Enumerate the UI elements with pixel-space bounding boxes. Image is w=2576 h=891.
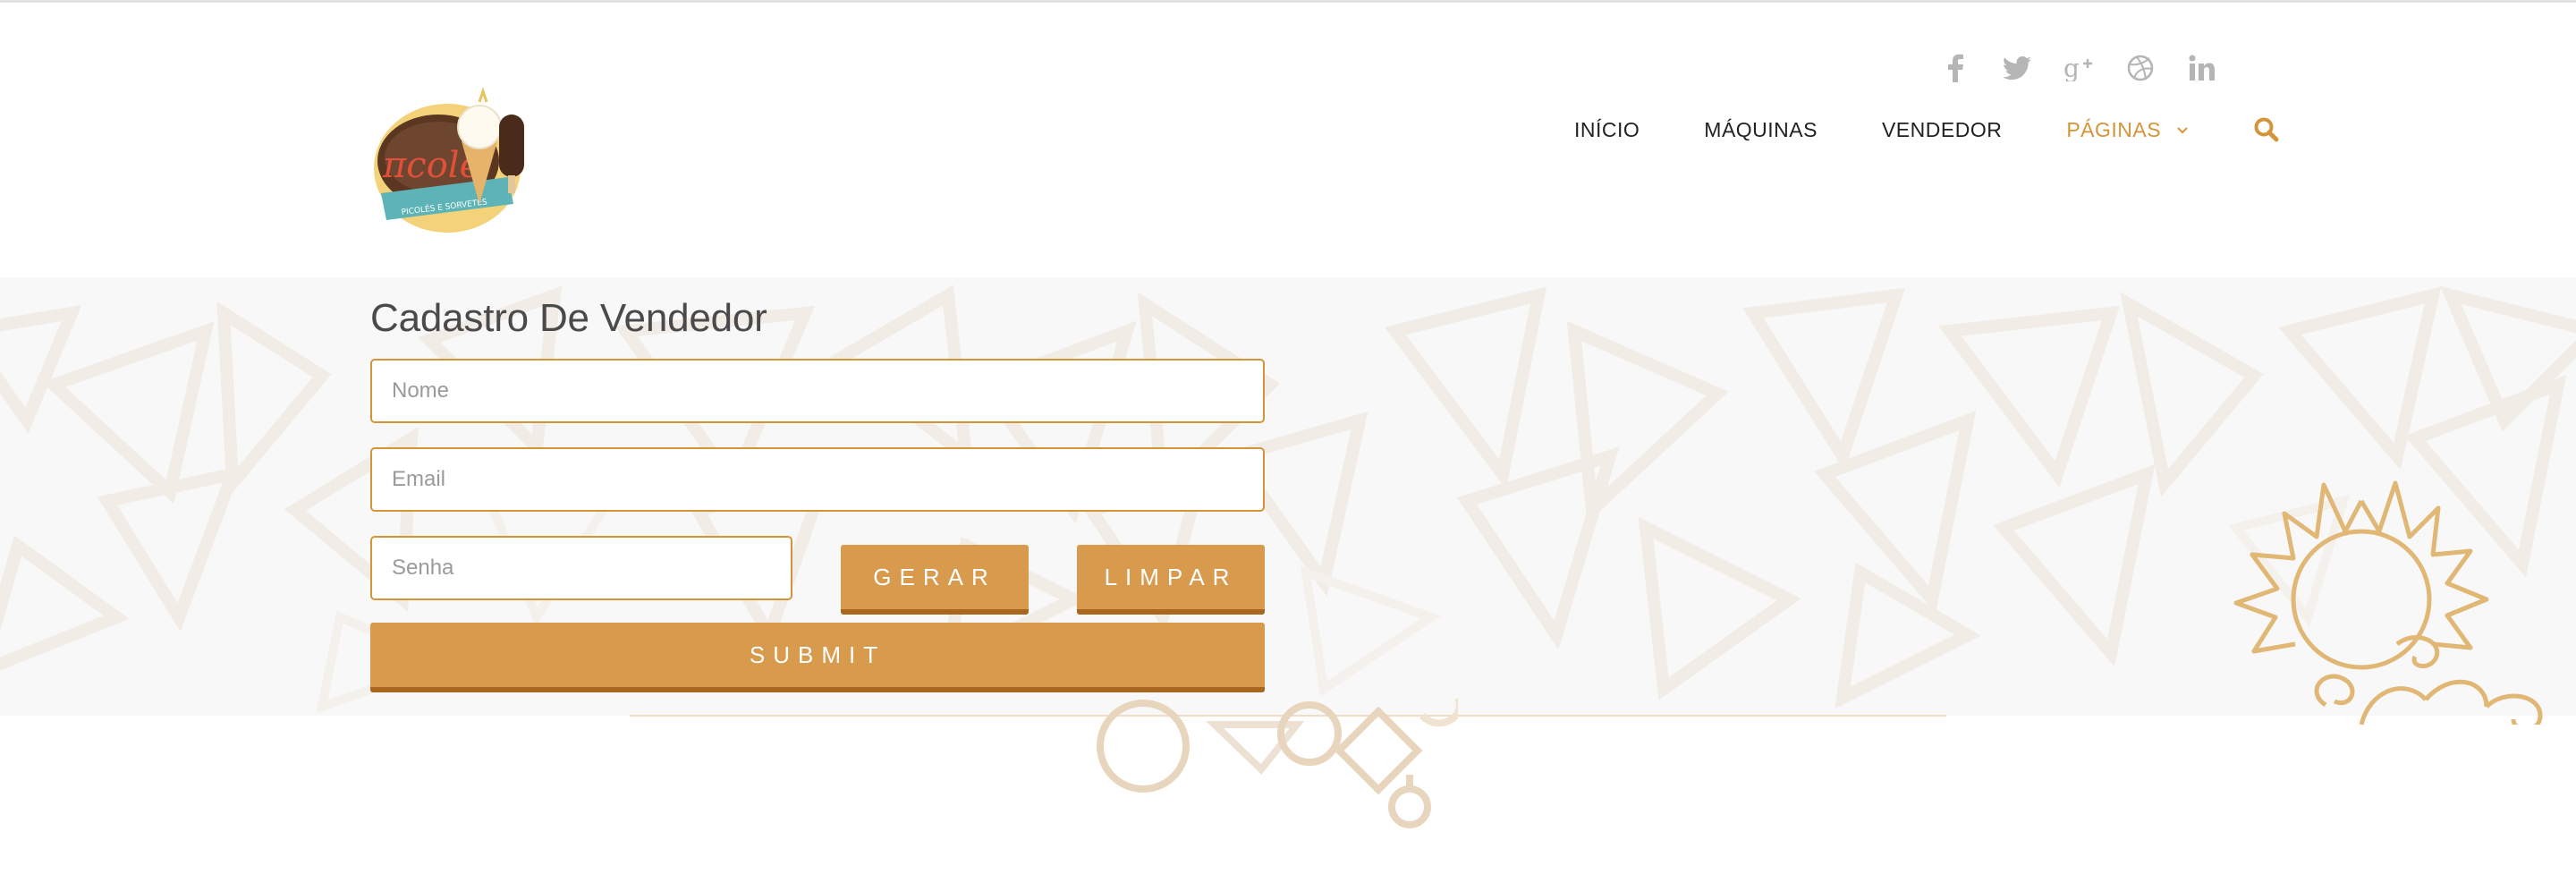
nav-item-maquinas[interactable]: MÁQUINAS	[1704, 118, 1818, 142]
main-nav: INÍCIO MÁQUINAS VENDEDOR PÁGINAS	[1574, 116, 2280, 143]
limpar-button[interactable]: LIMPAR	[1077, 545, 1265, 615]
logo-icecream	[457, 105, 502, 149]
nome-field[interactable]	[370, 359, 1265, 423]
nav-item-paginas-label: PÁGINAS	[2066, 117, 2162, 141]
svg-text:g: g	[2063, 55, 2080, 81]
nav-item-inicio[interactable]: INÍCIO	[1574, 118, 1640, 142]
submit-button[interactable]: SUBMIT	[370, 623, 1265, 692]
top-border	[0, 0, 2576, 3]
search-icon[interactable]	[2253, 116, 2280, 143]
linkedin-icon[interactable]	[2186, 52, 2218, 84]
sun-decoration	[2233, 480, 2543, 725]
nav-item-paginas[interactable]: PÁGINAS	[2066, 118, 2189, 142]
shapes-decoration	[1097, 698, 1458, 828]
dribbble-icon[interactable]	[2124, 52, 2157, 84]
chevron-down-icon	[2177, 127, 2188, 134]
email-field[interactable]	[370, 447, 1265, 512]
page-title: Cadastro De Vendedor	[370, 296, 767, 341]
twitter-icon[interactable]	[2001, 52, 2033, 84]
gerar-button[interactable]: GERAR	[841, 545, 1029, 615]
senha-field[interactable]	[370, 536, 792, 600]
google-plus-icon[interactable]: g	[2063, 52, 2095, 84]
social-links: g	[1939, 52, 2218, 84]
nav-item-vendedor[interactable]: VENDEDOR	[1882, 118, 2002, 142]
facebook-icon[interactable]	[1939, 52, 1971, 84]
logo-popsicle	[499, 115, 524, 177]
logo[interactable]: πcolé PICOLÉS E SORVETES	[365, 79, 535, 240]
